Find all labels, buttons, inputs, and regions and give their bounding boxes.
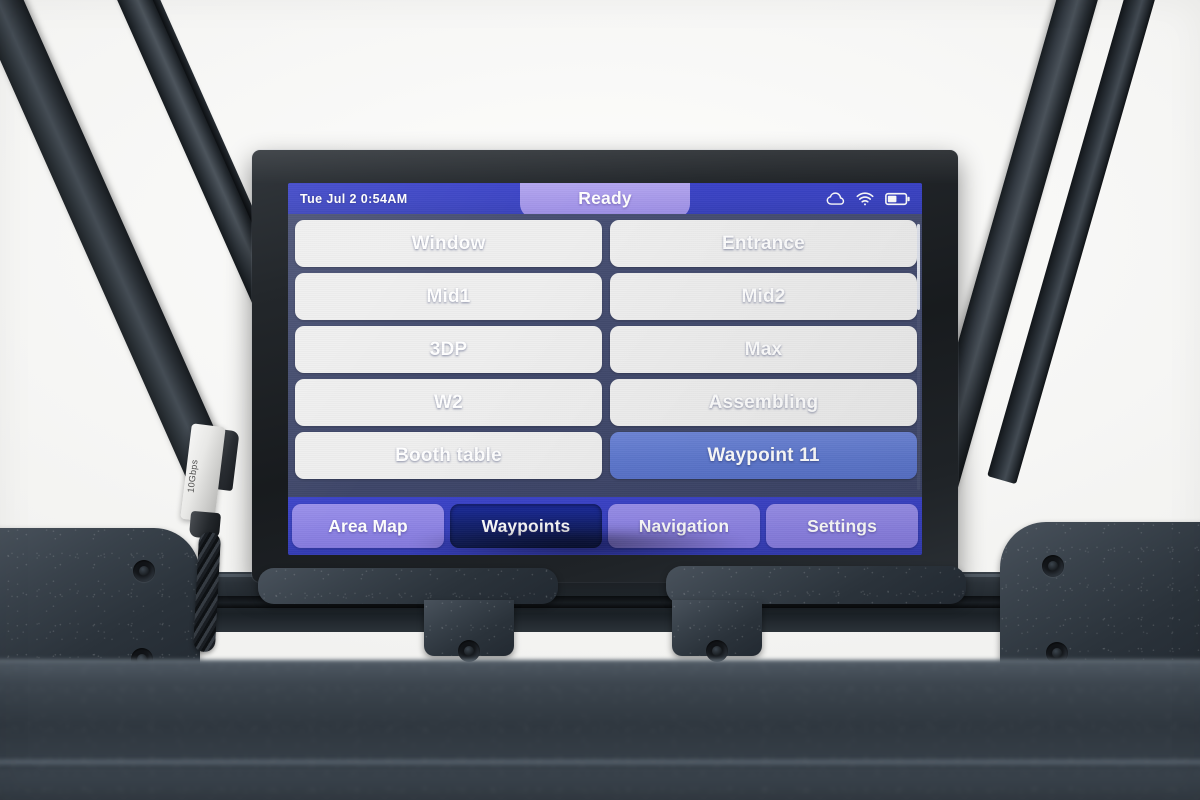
tab-navigation[interactable]: Navigation (608, 504, 760, 548)
waypoint-button[interactable]: Window (295, 220, 602, 267)
tab-waypoints[interactable]: Waypoints (450, 504, 602, 548)
mount-clamp-right (666, 566, 966, 604)
foreground-bar-seam (0, 760, 1200, 764)
waypoint-button[interactable]: Mid1 (295, 273, 602, 320)
waypoint-button[interactable]: W2 (295, 379, 602, 426)
foreground-bar (0, 662, 1200, 800)
lcd-screen: Tue Jul 2 0:54AM Ready Window Entrance M… (288, 183, 922, 555)
cloud-icon[interactable] (826, 191, 845, 206)
waypoint-button[interactable]: Mid2 (610, 273, 917, 320)
tab-settings[interactable]: Settings (766, 504, 918, 548)
status-icon-group (826, 191, 910, 206)
bezel-gloss (252, 150, 958, 184)
waypoint-grid: Window Entrance Mid1 Mid2 3DP Max W2 Assembling… (295, 220, 917, 479)
waypoint-button[interactable]: Booth table (295, 432, 602, 479)
photo-scene: Tue Jul 2 0:54AM Ready Window Entrance M… (0, 0, 1200, 800)
screw-right-upper (1042, 555, 1064, 577)
battery-icon[interactable] (885, 192, 910, 206)
screw-right-tab (706, 640, 728, 662)
status-badge: Ready (520, 183, 690, 218)
waypoint-button[interactable]: 3DP (295, 326, 602, 373)
bottom-tab-bar: Area Map Waypoints Navigation Settings (288, 497, 922, 555)
waypoint-button[interactable]: Max (610, 326, 917, 373)
clock-label: Tue Jul 2 0:54AM (300, 191, 408, 206)
mount-clamp-left (258, 568, 558, 604)
waypoint-scrollbar-thumb[interactable] (917, 224, 920, 310)
waypoint-list-area: Window Entrance Mid1 Mid2 3DP Max W2 Assembling… (288, 214, 922, 497)
tab-area-map[interactable]: Area Map (292, 504, 444, 548)
wifi-icon[interactable] (856, 191, 874, 206)
waypoint-button[interactable]: Waypoint 11 (610, 432, 917, 479)
screw-left-upper (133, 560, 155, 582)
usb-speed-label: 10Gbps (185, 458, 200, 493)
screw-left-tab (458, 640, 480, 662)
status-bar: Tue Jul 2 0:54AM Ready (288, 183, 922, 218)
waypoint-button[interactable]: Assembling (610, 379, 917, 426)
touchscreen-device: Tue Jul 2 0:54AM Ready Window Entrance M… (252, 150, 958, 582)
waypoint-button[interactable]: Entrance (610, 220, 917, 267)
